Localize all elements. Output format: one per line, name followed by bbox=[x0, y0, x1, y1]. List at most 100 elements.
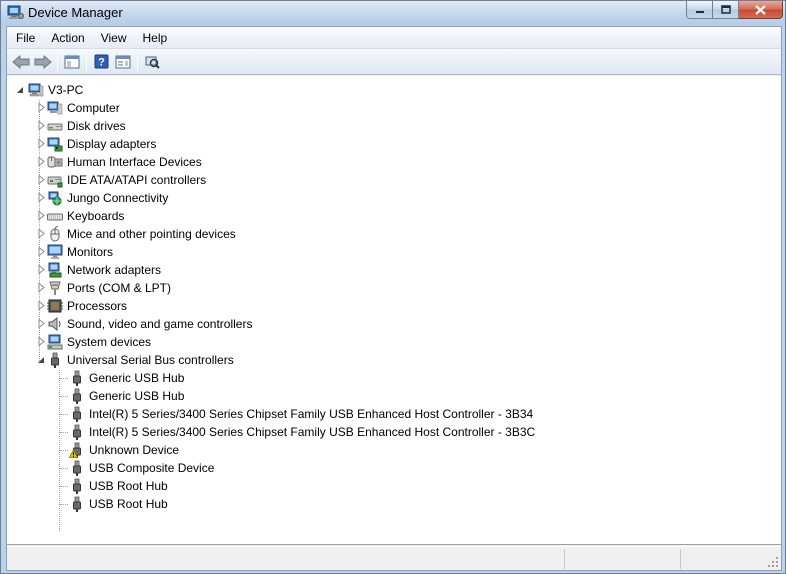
collapse-arrow-icon[interactable] bbox=[37, 356, 46, 365]
keyboard-icon bbox=[47, 213, 63, 221]
expand-arrow-icon[interactable] bbox=[37, 175, 46, 184]
usb-icon bbox=[73, 424, 81, 440]
expand-arrow-icon[interactable] bbox=[37, 319, 46, 328]
tree-device-label: USB Composite Device bbox=[89, 461, 215, 475]
title-bar[interactable]: Device Manager bbox=[1, 1, 785, 25]
show-hide-console-tree-button[interactable] bbox=[61, 52, 83, 72]
expand-arrow-icon[interactable] bbox=[37, 121, 46, 130]
status-bar bbox=[7, 546, 781, 570]
system-devices-icon bbox=[47, 334, 63, 350]
tree-connector bbox=[60, 378, 68, 379]
tree-category-universal-serial-bus-controllers[interactable]: Universal Serial Bus controllers bbox=[47, 351, 234, 369]
expand-arrow-icon[interactable] bbox=[37, 139, 46, 148]
expand-arrow-icon[interactable] bbox=[37, 229, 46, 238]
expand-arrow-icon[interactable] bbox=[37, 211, 46, 220]
tree-category-computer[interactable]: Computer bbox=[47, 99, 120, 117]
expand-arrow-icon[interactable] bbox=[37, 193, 46, 202]
maximize-button[interactable] bbox=[713, 1, 739, 19]
ide-controller-icon bbox=[47, 176, 63, 188]
device-manager-window: Device Manager File Action View Help ? V… bbox=[0, 0, 786, 574]
tree-device-unknown-device[interactable]: Unknown Device bbox=[69, 441, 179, 459]
forward-arrow-icon bbox=[34, 54, 52, 69]
status-divider bbox=[564, 549, 565, 569]
expand-arrow-icon[interactable] bbox=[37, 337, 46, 346]
forward-button[interactable] bbox=[32, 52, 54, 72]
close-button[interactable] bbox=[739, 1, 783, 19]
help-button[interactable]: ? bbox=[90, 52, 112, 72]
tree-device-intel-r-5-series-3400-series-chipset-family-usb-enhanced-host-controller-3b34[interactable]: Intel(R) 5 Series/3400 Series Chipset Fa… bbox=[69, 405, 533, 423]
minimize-button[interactable] bbox=[686, 1, 713, 19]
expand-arrow-icon[interactable] bbox=[37, 283, 46, 292]
caption-buttons bbox=[686, 1, 783, 19]
expand-arrow-icon[interactable] bbox=[37, 247, 46, 256]
tree-category-ide-ata-atapi-controllers[interactable]: IDE ATA/ATAPI controllers bbox=[47, 171, 206, 189]
back-arrow-icon bbox=[12, 54, 30, 69]
tree-category-keyboards[interactable]: Keyboards bbox=[47, 207, 124, 225]
computer-icon bbox=[28, 83, 44, 97]
tree-category-label: Processors bbox=[67, 299, 128, 313]
expand-arrow-icon[interactable] bbox=[37, 157, 46, 166]
tree-connector bbox=[60, 414, 68, 415]
tree-category-label: Sound, video and game controllers bbox=[67, 317, 253, 331]
tree-device-label: USB Root Hub bbox=[89, 479, 168, 493]
menu-help[interactable]: Help bbox=[135, 28, 176, 48]
mouse-icon bbox=[50, 226, 60, 242]
tree-category-label: Display adapters bbox=[67, 137, 157, 151]
maximize-icon bbox=[720, 5, 731, 14]
speaker-icon bbox=[48, 316, 61, 332]
tree-device-usb-root-hub[interactable]: USB Root Hub bbox=[69, 477, 168, 495]
tree-category-human-interface-devices[interactable]: Human Interface Devices bbox=[47, 153, 202, 171]
menu-file[interactable]: File bbox=[7, 28, 43, 48]
resize-grip-icon[interactable] bbox=[767, 556, 779, 568]
tree-category-label: Jungo Connectivity bbox=[67, 191, 169, 205]
tree-category-label: Network adapters bbox=[67, 263, 162, 277]
properties-button[interactable] bbox=[112, 52, 134, 72]
usb-icon bbox=[73, 388, 81, 404]
tree-device-label: USB Root Hub bbox=[89, 497, 168, 511]
display-adapter-icon bbox=[47, 137, 63, 152]
tree-category-display-adapters[interactable]: Display adapters bbox=[47, 135, 156, 153]
tree-category-jungo-connectivity[interactable]: Jungo Connectivity bbox=[47, 189, 168, 207]
tree-root-node[interactable]: V3-PC bbox=[28, 81, 83, 99]
expand-arrow-icon[interactable] bbox=[37, 301, 46, 310]
tree-category-monitors[interactable]: Monitors bbox=[47, 243, 113, 261]
menu-action[interactable]: Action bbox=[43, 28, 92, 48]
tree-category-mice-and-other-pointing-devices[interactable]: Mice and other pointing devices bbox=[47, 225, 236, 243]
tree-device-label: Intel(R) 5 Series/3400 Series Chipset Fa… bbox=[89, 425, 536, 439]
scan-hardware-button[interactable] bbox=[141, 52, 163, 72]
expand-arrow-icon[interactable] bbox=[37, 265, 46, 274]
tree-category-ports-com-lpt[interactable]: Ports (COM & LPT) bbox=[47, 279, 171, 297]
expand-arrow-icon[interactable] bbox=[37, 103, 46, 112]
tree-category-sound-video-and-game-controllers[interactable]: Sound, video and game controllers bbox=[47, 315, 252, 333]
tree-device-generic-usb-hub[interactable]: Generic USB Hub bbox=[69, 387, 184, 405]
tree-category-label: IDE ATA/ATAPI controllers bbox=[67, 173, 207, 187]
tree-category-system-devices[interactable]: System devices bbox=[47, 333, 151, 351]
collapse-arrow-icon[interactable] bbox=[16, 86, 25, 95]
tree-category-label: Computer bbox=[67, 101, 120, 115]
client-area: File Action View Help ? V3-PC Computer D… bbox=[6, 26, 782, 571]
close-icon bbox=[755, 4, 766, 15]
disk-drive-icon bbox=[47, 123, 63, 131]
tree-category-network-adapters[interactable]: Network adapters bbox=[47, 261, 161, 279]
tree-device-generic-usb-hub[interactable]: Generic USB Hub bbox=[69, 369, 184, 387]
tree-category-label: Disk drives bbox=[67, 119, 126, 133]
computer-icon bbox=[47, 101, 63, 115]
tree-device-usb-composite-device[interactable]: USB Composite Device bbox=[69, 459, 214, 477]
tree-category-label: Monitors bbox=[67, 245, 114, 259]
tree-device-intel-r-5-series-3400-series-chipset-family-usb-enhanced-host-controller-3b3c[interactable]: Intel(R) 5 Series/3400 Series Chipset Fa… bbox=[69, 423, 535, 441]
tree-category-label: Universal Serial Bus controllers bbox=[67, 353, 234, 367]
menu-view[interactable]: View bbox=[93, 28, 135, 48]
help-icon: ? bbox=[94, 54, 108, 69]
back-button[interactable] bbox=[10, 52, 32, 72]
tree-device-label: Generic USB Hub bbox=[89, 389, 185, 403]
tree-category-disk-drives[interactable]: Disk drives bbox=[47, 117, 126, 135]
usb-icon bbox=[51, 352, 59, 368]
network-globe-icon bbox=[48, 191, 62, 206]
tree-device-usb-root-hub[interactable]: USB Root Hub bbox=[69, 495, 168, 513]
device-tree[interactable]: V3-PC Computer Disk drives Display adapter… bbox=[7, 76, 781, 545]
tree-connector bbox=[60, 432, 68, 433]
tree-device-label: Unknown Device bbox=[89, 443, 180, 457]
tree-category-processors[interactable]: Processors bbox=[47, 297, 127, 315]
usb-icon bbox=[73, 370, 81, 386]
toolbar: ? bbox=[7, 49, 781, 75]
